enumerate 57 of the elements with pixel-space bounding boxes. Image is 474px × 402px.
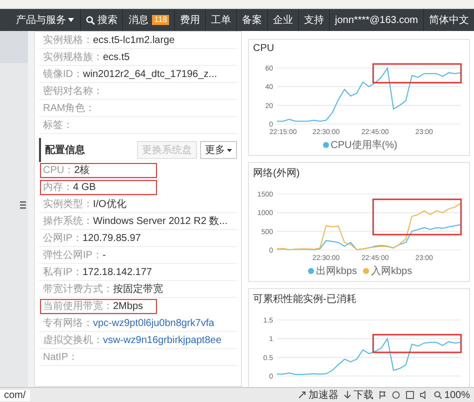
field-label: 实例规格： (43, 34, 93, 47)
value-link[interactable]: vpc-wz9pt0l6ju0bn8grk7vfa (93, 318, 214, 328)
chart-title: 可累积性能实例-已消耗 (253, 292, 356, 306)
legend-item[interactable]: CPU使用率(%) (322, 138, 398, 152)
flag-icon[interactable] (379, 391, 386, 399)
field-value: 2Mbps (113, 300, 144, 312)
arrow-icon (298, 391, 306, 399)
products-menu[interactable]: 产品与服务 (12, 9, 79, 31)
sidebar-tile (0, 31, 28, 63)
field-value: 按固定带宽 (113, 282, 163, 296)
field-label: CPU： (43, 164, 74, 177)
field-label: NatIP： (43, 351, 78, 364)
field-label: 实例规格族： (43, 50, 103, 64)
menu-icon[interactable] (20, 201, 26, 209)
field-label: 带宽计费方式： (43, 282, 113, 296)
field-label: 密钥对名称： (43, 84, 103, 98)
field-value: ecs.t5 (103, 52, 130, 62)
caret-icon (68, 18, 74, 22)
section-title: 配置信息 (45, 144, 85, 157)
field-label: 标签： (43, 118, 73, 132)
status-item[interactable]: 加速器 (298, 388, 338, 402)
field-label: RAM角色： (43, 102, 96, 115)
message-count-badge: 118 (152, 15, 170, 25)
download-icon (344, 391, 352, 399)
field-label: 私有IP： (43, 266, 82, 279)
field-label: 操作系统： (43, 214, 93, 228)
field-label: 实例类型： (43, 198, 93, 211)
field-label: 专有网络： (43, 316, 93, 330)
field-value: I/O优化 (93, 198, 126, 211)
status-item[interactable]: 下载 (344, 388, 374, 402)
zoom-icon (434, 391, 442, 399)
field-value: 2核 (74, 164, 90, 177)
field-value: ecs.t5-lc1m2.large (93, 34, 175, 46)
field-label: 当前使用带宽： (43, 300, 113, 313)
chart-title: CPU (253, 43, 274, 54)
field-label: 弹性公网IP： (43, 248, 102, 262)
field-label: 镜像ID： (43, 68, 83, 81)
value-link[interactable]: vsw-wz9n16grbirkjpapt8ee (103, 334, 222, 346)
legend-item[interactable]: 出网kbps (308, 264, 357, 278)
legend-item[interactable]: 入网kbps (363, 264, 412, 278)
field-value: 120.79.85.97 (82, 232, 141, 244)
speaker-icon[interactable] (420, 391, 428, 399)
field-label: 公网IP： (43, 232, 82, 245)
field-value: Windows Server 2012 R2 数... (93, 215, 228, 228)
field-label: 内存： (43, 180, 73, 194)
field-label: 虚拟交换机： (43, 334, 103, 347)
status-item[interactable]: 100% (434, 390, 470, 400)
chart-title: 网络(外网) (253, 167, 300, 180)
field-value: - (102, 250, 106, 260)
search-icon (86, 16, 96, 24)
field-value: win2012r2_64_dtc_17196_z... (83, 68, 217, 80)
toolbar-button[interactable]: 更多 (200, 141, 237, 159)
field-value: 172.18.142.177 (82, 266, 152, 278)
field-value: 4 GB (73, 182, 96, 192)
window-icon[interactable] (406, 391, 414, 399)
circle-icon[interactable] (392, 391, 400, 399)
status-url: com/ (0, 390, 30, 400)
